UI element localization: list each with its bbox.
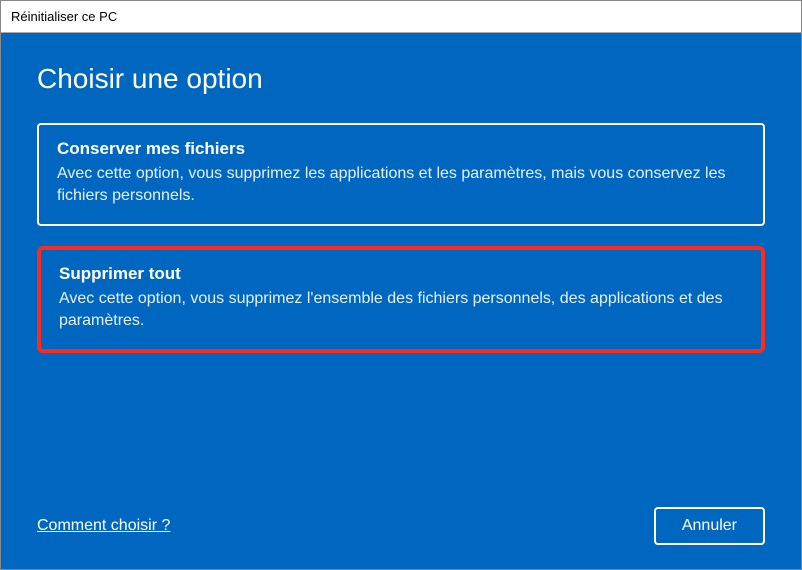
option-keep-title: Conserver mes fichiers (57, 139, 745, 159)
titlebar: Réinitialiser ce PC (1, 1, 801, 33)
page-title: Choisir une option (37, 63, 765, 95)
content-area: Choisir une option Conserver mes fichier… (1, 33, 801, 569)
window: Réinitialiser ce PC Choisir une option C… (0, 0, 802, 570)
option-remove-everything[interactable]: Supprimer tout Avec cette option, vous s… (37, 246, 765, 353)
help-link[interactable]: Comment choisir ? (37, 517, 170, 535)
option-keep-files[interactable]: Conserver mes fichiers Avec cette option… (37, 123, 765, 226)
option-keep-desc: Avec cette option, vous supprimez les ap… (57, 163, 745, 208)
option-remove-title: Supprimer tout (59, 264, 743, 284)
cancel-button[interactable]: Annuler (654, 507, 765, 545)
option-remove-desc: Avec cette option, vous supprimez l'ense… (59, 288, 743, 333)
window-title: Réinitialiser ce PC (11, 9, 117, 24)
footer: Comment choisir ? Annuler (37, 507, 765, 545)
